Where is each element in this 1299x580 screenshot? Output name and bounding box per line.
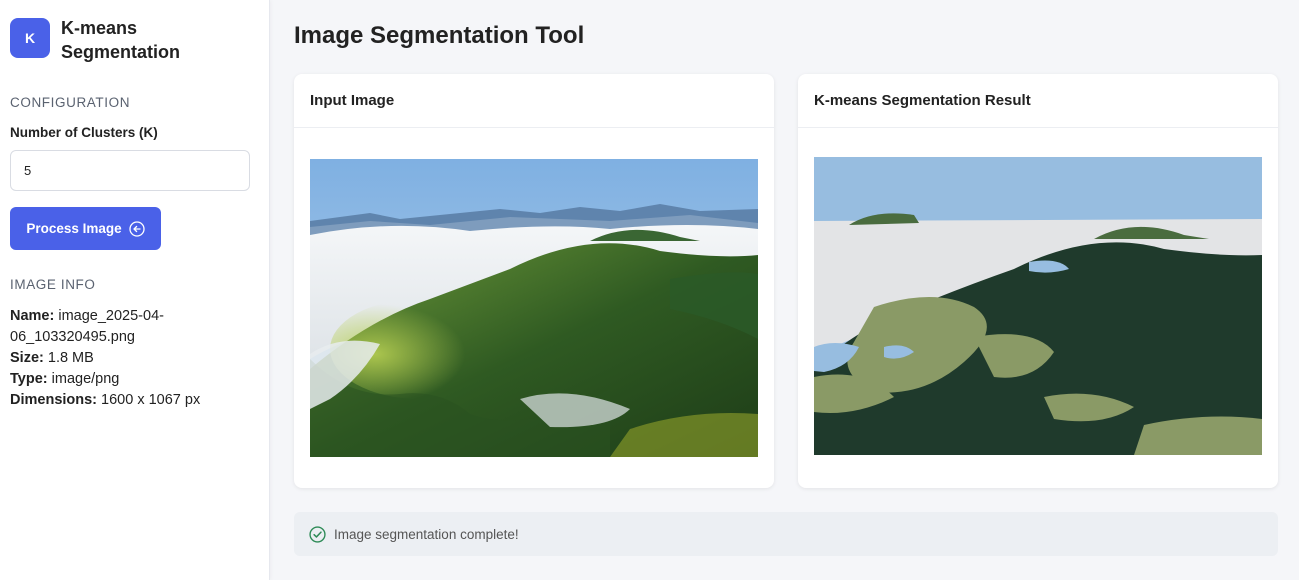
info-size: Size: 1.8 MB (10, 350, 94, 366)
page-title: Image Segmentation Tool (294, 22, 585, 49)
status-text: Image segmentation complete! (334, 526, 519, 542)
input-image-card: Input Image (294, 74, 774, 488)
info-dimensions: Dimensions: 1600 x 1067 px (10, 392, 201, 408)
status-message: Image segmentation complete! (294, 512, 1278, 556)
process-image-label: Process Image (26, 221, 122, 236)
configuration-heading: CONFIGURATION (10, 95, 131, 110)
result-image-card-title: K-means Segmentation Result (798, 74, 1278, 128)
app-name: K-means Segmentation (61, 18, 181, 62)
result-image-card: K-means Segmentation Result (798, 74, 1278, 488)
image-info-heading: IMAGE INFO (10, 277, 96, 292)
input-image (310, 159, 758, 457)
clusters-label: Number of Clusters (K) (10, 125, 158, 140)
info-type: Type: image/png (10, 371, 120, 387)
input-image-card-title: Input Image (294, 74, 774, 128)
brand: K K-means Segmentation (10, 16, 201, 64)
process-image-button[interactable]: Process Image (10, 207, 161, 250)
info-name: Name: image_2025-04-06_103320495.png (10, 308, 164, 345)
segmented-image (814, 157, 1262, 455)
clusters-input[interactable] (10, 150, 250, 191)
app-logo: K (10, 18, 50, 58)
arrow-circle-icon (129, 220, 145, 237)
sidebar: K K-means Segmentation CONFIGURATION Num… (0, 0, 270, 580)
image-info-list: Name: image_2025-04-06_103320495.png Siz… (10, 306, 255, 411)
check-circle-icon (309, 525, 326, 543)
